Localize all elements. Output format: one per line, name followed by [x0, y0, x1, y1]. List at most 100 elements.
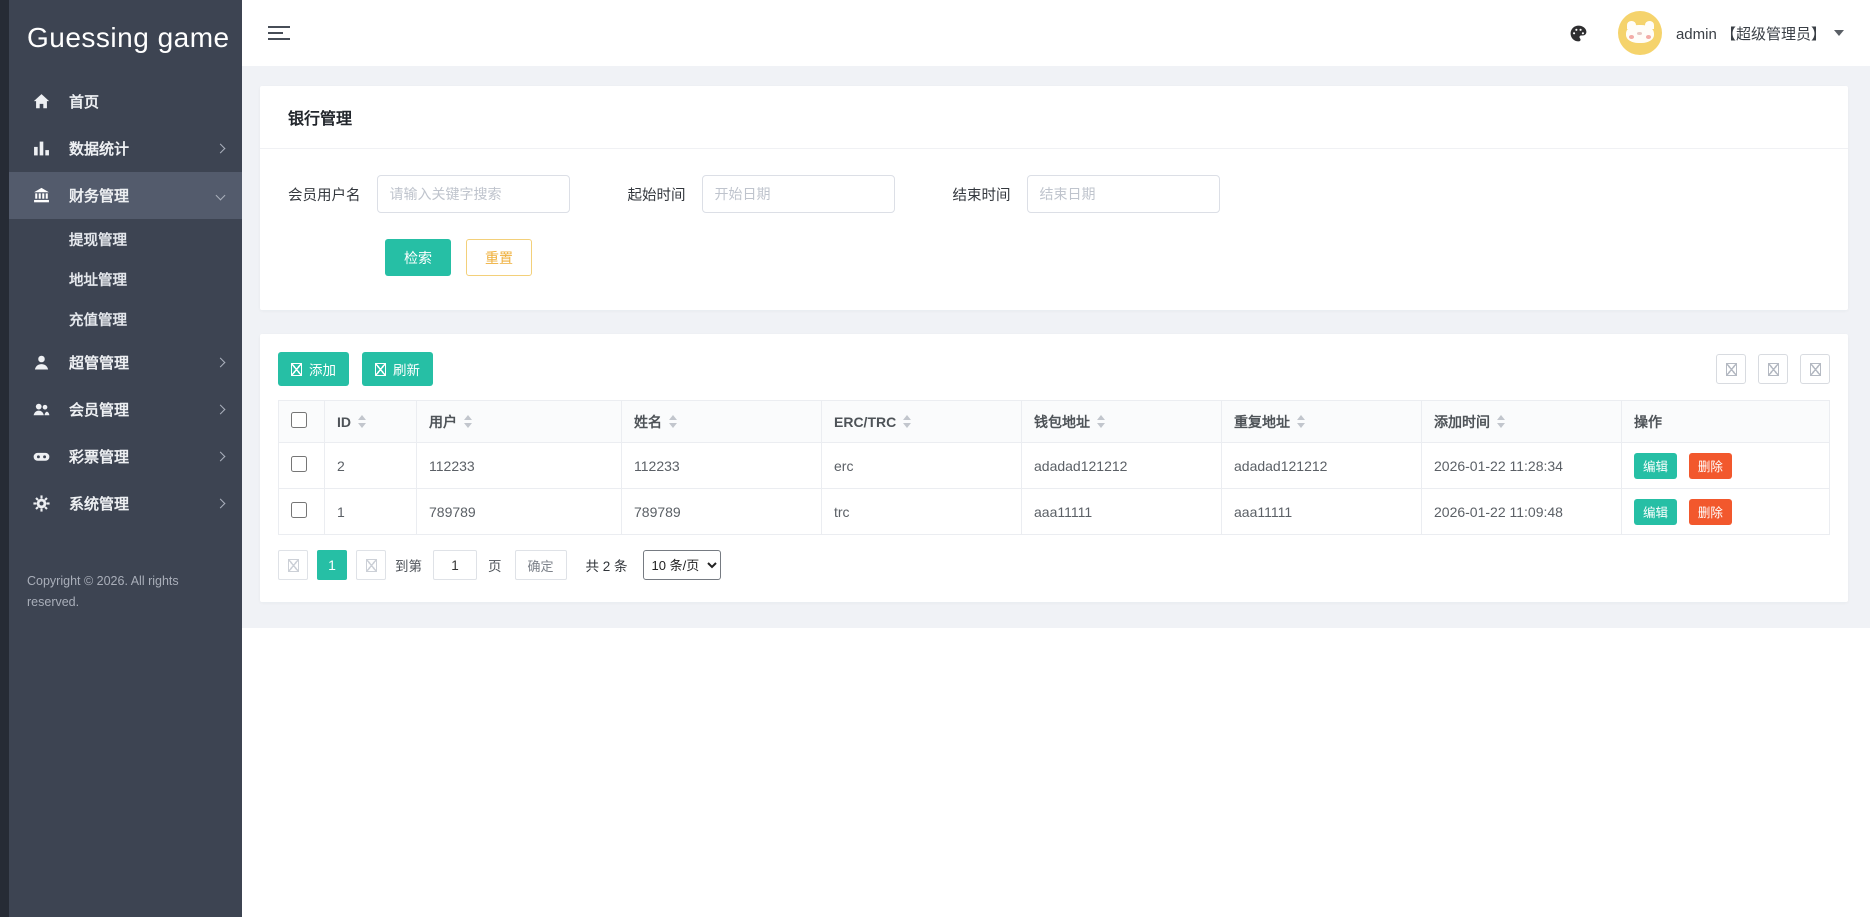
delete-button[interactable]: 删除	[1689, 453, 1732, 479]
user-avatar[interactable]	[1618, 11, 1662, 55]
select-row-checkbox[interactable]	[291, 456, 307, 472]
sidebar-subitem-recharge[interactable]: 充值管理	[9, 299, 242, 339]
sidebar-item-members[interactable]: 会员管理	[9, 386, 242, 433]
cell-erc-trc: erc	[822, 443, 1022, 489]
edit-button[interactable]: 编辑	[1634, 453, 1677, 479]
filter-end-time: 结束时间	[953, 175, 1220, 213]
select-row-checkbox[interactable]	[291, 502, 307, 518]
prev-page-button[interactable]	[278, 550, 308, 580]
table-tool-icon-3[interactable]	[1800, 354, 1830, 384]
cell-duplicate: adadad121212	[1222, 443, 1422, 489]
filter-card: 银行管理 会员用户名 起始时间 结束时间	[260, 86, 1848, 310]
sidebar-item-label: 首页	[69, 91, 224, 112]
page-title: 银行管理	[288, 111, 352, 128]
end-date-input[interactable]	[1027, 175, 1220, 213]
pagination: 1 到第 页 确定 共 2 条 10 条/页	[260, 535, 1848, 602]
total-count-label: 共 2 条	[586, 555, 628, 575]
theme-palette-icon[interactable]	[1569, 24, 1588, 43]
goto-label: 到第	[395, 555, 422, 575]
column-header-wallet: 钱包地址	[1034, 412, 1090, 432]
lottery-gamepad-icon	[33, 448, 50, 465]
page-content: 银行管理 会员用户名 起始时间 结束时间	[242, 66, 1870, 628]
start-date-input[interactable]	[702, 175, 895, 213]
add-button[interactable]: 添加	[278, 352, 349, 386]
search-button[interactable]: 检索	[385, 239, 451, 276]
prev-icon-missing-glyph	[288, 559, 299, 572]
cell-id: 2	[325, 443, 417, 489]
add-icon-missing-glyph	[291, 363, 302, 376]
topbar-right: admin 【超级管理员】	[1569, 11, 1844, 55]
table-row: 2 112233 112233 erc adadad121212 adadad1…	[279, 443, 1830, 489]
sidebar-subitem-label: 提现管理	[69, 229, 127, 250]
column-header-id: ID	[337, 414, 351, 430]
filter-form: 会员用户名 起始时间 结束时间 检索	[260, 149, 1848, 310]
copyright-text: Copyright © 2026. All rights reserved.	[9, 571, 199, 612]
table-tool-icon-1[interactable]	[1716, 354, 1746, 384]
page-size-select[interactable]: 10 条/页	[643, 550, 721, 580]
sort-icon[interactable]	[358, 415, 366, 428]
missing-glyph-icon	[1768, 363, 1779, 376]
members-icon	[33, 401, 50, 418]
username-input[interactable]	[377, 175, 570, 213]
sidebar-subitem-label: 地址管理	[69, 269, 127, 290]
chevron-right-icon	[216, 358, 226, 368]
missing-glyph-icon	[1810, 363, 1821, 376]
sidebar-subitem-address[interactable]: 地址管理	[9, 259, 242, 299]
cell-name: 789789	[622, 489, 822, 535]
sidebar-item-superadmin[interactable]: 超管管理	[9, 339, 242, 386]
left-edge-strip	[0, 0, 9, 917]
cell-user: 789789	[417, 489, 622, 535]
chevron-right-icon	[216, 405, 226, 415]
start-time-label: 起始时间	[628, 184, 686, 205]
goto-page-input[interactable]	[433, 550, 477, 580]
sidebar-item-finance[interactable]: 财务管理	[9, 172, 242, 219]
sidebar-item-statistics[interactable]: 数据统计	[9, 125, 242, 172]
missing-glyph-icon	[1726, 363, 1737, 376]
user-menu[interactable]: admin 【超级管理员】	[1676, 23, 1844, 44]
filter-start-time: 起始时间	[628, 175, 895, 213]
reset-button[interactable]: 重置	[466, 239, 532, 276]
select-all-checkbox[interactable]	[291, 412, 307, 428]
admin-user-icon	[33, 354, 50, 371]
sort-icon[interactable]	[464, 415, 472, 428]
home-icon	[33, 93, 50, 110]
table-tool-icon-2[interactable]	[1758, 354, 1788, 384]
column-header-duplicate: 重复地址	[1234, 412, 1290, 432]
user-name-label: admin 【超级管理员】	[1676, 23, 1826, 44]
column-header-name: 姓名	[634, 412, 662, 432]
delete-button[interactable]: 删除	[1689, 499, 1732, 525]
main-area: admin 【超级管理员】 银行管理 会员用户名	[242, 0, 1870, 917]
sidebar-item-home[interactable]: 首页	[9, 78, 242, 125]
column-header-user: 用户	[429, 412, 457, 432]
sidebar-item-system[interactable]: 系统管理	[9, 480, 242, 527]
page-unit-label: 页	[488, 555, 502, 575]
cell-added-time: 2026-01-22 11:09:48	[1422, 489, 1622, 535]
username-label: 会员用户名	[288, 184, 361, 205]
sidebar-item-lottery[interactable]: 彩票管理	[9, 433, 242, 480]
bank-icon	[33, 187, 50, 204]
sidebar-item-label: 超管管理	[69, 352, 217, 373]
cell-wallet: aaa11111	[1022, 489, 1222, 535]
sort-icon[interactable]	[669, 415, 677, 428]
refresh-button[interactable]: 刷新	[362, 352, 433, 386]
sort-icon[interactable]	[1297, 415, 1305, 428]
next-page-button[interactable]	[356, 550, 386, 580]
sort-icon[interactable]	[1097, 415, 1105, 428]
sidebar-subitem-withdraw[interactable]: 提现管理	[9, 219, 242, 259]
cell-name: 112233	[622, 443, 822, 489]
finance-submenu: 提现管理 地址管理 充值管理	[9, 219, 242, 339]
edit-button[interactable]: 编辑	[1634, 499, 1677, 525]
add-button-label: 添加	[309, 359, 336, 379]
sidebar-subitem-label: 充值管理	[69, 309, 127, 330]
goto-confirm-button[interactable]: 确定	[515, 550, 567, 580]
page-number-current[interactable]: 1	[317, 550, 347, 580]
column-header-erc-trc: ERC/TRC	[834, 414, 896, 430]
topbar: admin 【超级管理员】	[242, 0, 1870, 66]
sort-icon[interactable]	[1497, 415, 1505, 428]
column-header-actions: 操作	[1634, 414, 1662, 430]
sidebar-item-label: 系统管理	[69, 493, 217, 514]
sort-icon[interactable]	[903, 415, 911, 428]
table-header-row: ID 用户 姓名 ERC/TRC 钱包地址 重复地址 添加时间 操作	[279, 401, 1830, 443]
menu-toggle-icon[interactable]	[268, 22, 290, 44]
caret-down-icon	[1834, 30, 1844, 36]
